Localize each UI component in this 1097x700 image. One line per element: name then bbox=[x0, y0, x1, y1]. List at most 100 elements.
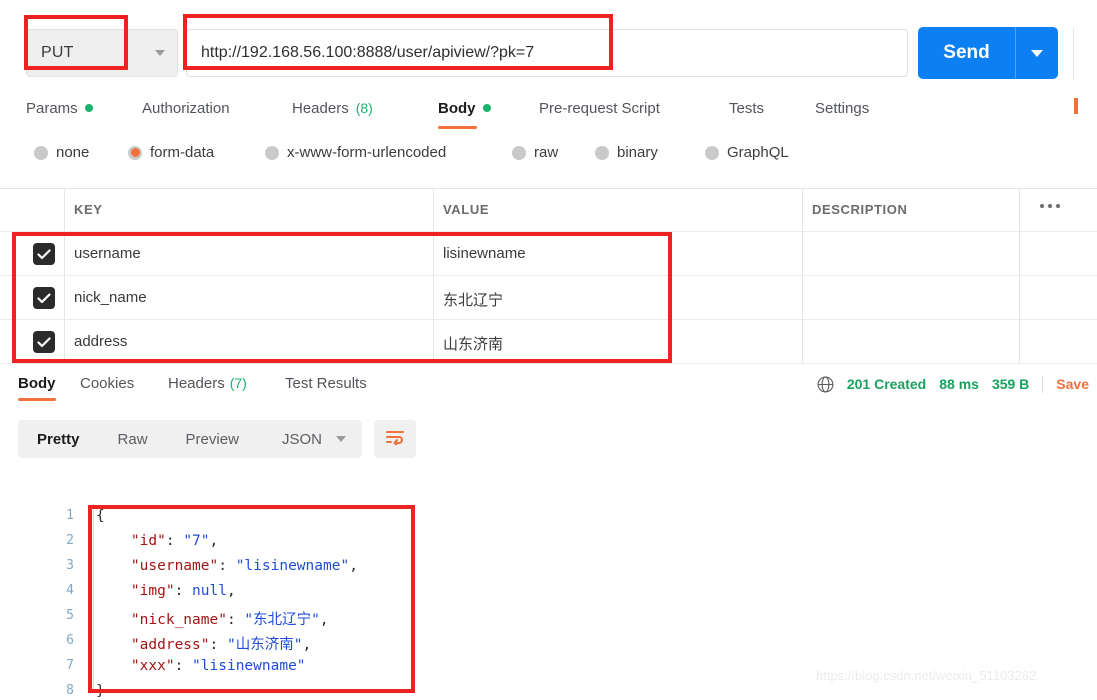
json-line: "username": "lisinewname", bbox=[96, 558, 358, 574]
format-button-pretty[interactable]: Pretty bbox=[18, 420, 99, 458]
response-status-strip: 201 Created 88 ms 359 B Save bbox=[817, 372, 1089, 396]
word-wrap-button[interactable] bbox=[374, 420, 416, 458]
request-tab-tests[interactable]: Tests bbox=[729, 90, 764, 126]
col-divider bbox=[802, 188, 803, 232]
save-response-button[interactable]: Save bbox=[1056, 376, 1089, 392]
toolbar-divider bbox=[1073, 28, 1074, 80]
col-divider bbox=[1019, 188, 1020, 232]
body-type-x-www-form-urlencoded[interactable]: x-www-form-urlencoded bbox=[265, 144, 446, 161]
request-tab-params[interactable]: Params bbox=[26, 90, 93, 126]
col-divider bbox=[1019, 276, 1020, 320]
json-value: "lisinewname" bbox=[192, 658, 306, 674]
send-button[interactable]: Send bbox=[918, 27, 1058, 79]
col-divider bbox=[64, 320, 65, 364]
cell-value[interactable]: 山东济南 bbox=[443, 333, 503, 354]
json-line: "address": "山东济南", bbox=[96, 633, 311, 654]
radio-label: GraphQL bbox=[727, 144, 789, 161]
col-divider bbox=[64, 232, 65, 276]
request-tab-pre-request-script[interactable]: Pre-request Script bbox=[539, 90, 660, 126]
watermark: https://blog.csdn.net/weixin_51103262 bbox=[816, 668, 1037, 683]
line-number: 6 bbox=[66, 633, 74, 648]
json-key: "id" bbox=[130, 533, 166, 549]
table-row[interactable]: username lisinewname bbox=[0, 232, 1097, 276]
radio-button-icon bbox=[34, 145, 48, 160]
row-checkbox[interactable] bbox=[33, 287, 55, 309]
bulk-edit-menu-icon[interactable] bbox=[1040, 204, 1060, 208]
table-header-row: KEY VALUE DESCRIPTION bbox=[0, 188, 1097, 232]
json-separator: : bbox=[226, 612, 245, 628]
tab-label: Cookies bbox=[80, 374, 135, 392]
cell-value[interactable]: 东北辽宁 bbox=[443, 289, 503, 310]
body-type-binary[interactable]: binary bbox=[595, 144, 658, 161]
tab-count-badge: (8) bbox=[355, 100, 373, 116]
body-type-raw[interactable]: raw bbox=[512, 144, 558, 161]
http-method-selector[interactable]: PUT bbox=[26, 29, 178, 77]
json-comma: , bbox=[319, 612, 329, 628]
globe-icon bbox=[817, 376, 834, 393]
radio-button-icon bbox=[595, 145, 609, 160]
json-line: "nick_name": "东北辽宁", bbox=[96, 608, 329, 629]
radio-label: form-data bbox=[150, 144, 215, 161]
line-number: 4 bbox=[66, 583, 74, 598]
postman-window: PUT http://192.168.56.100:8888/user/apiv… bbox=[0, 0, 1097, 700]
row-rule bbox=[0, 363, 1097, 364]
col-divider bbox=[802, 276, 803, 320]
request-url-input[interactable]: http://192.168.56.100:8888/user/apiview/… bbox=[186, 29, 908, 77]
tab-status-dot bbox=[482, 104, 491, 112]
cookies-link-stub[interactable] bbox=[1074, 98, 1078, 114]
response-language-selector[interactable]: JSON bbox=[266, 420, 362, 458]
col-divider bbox=[1019, 320, 1020, 364]
row-checkbox[interactable] bbox=[33, 243, 55, 265]
json-line: { bbox=[96, 508, 105, 524]
col-divider bbox=[64, 188, 65, 232]
request-url-bar: PUT http://192.168.56.100:8888/user/apiv… bbox=[0, 12, 1097, 80]
chevron-down-icon bbox=[1031, 49, 1043, 57]
active-tab-underline bbox=[18, 398, 56, 401]
body-type-none[interactable]: none bbox=[34, 144, 89, 161]
request-tab-authorization[interactable]: Authorization bbox=[142, 90, 230, 126]
line-number: 7 bbox=[66, 658, 74, 673]
cell-key[interactable]: nick_name bbox=[74, 289, 147, 306]
col-divider bbox=[433, 188, 434, 232]
cell-key[interactable]: address bbox=[74, 333, 127, 350]
json-key: "xxx" bbox=[130, 658, 175, 674]
cell-value[interactable]: lisinewname bbox=[443, 245, 526, 262]
response-size: 359 B bbox=[991, 376, 1030, 392]
response-tab-headers[interactable]: Headers (7) bbox=[168, 368, 247, 398]
format-button-preview[interactable]: Preview bbox=[167, 420, 258, 458]
radio-button-icon bbox=[705, 145, 719, 160]
tab-label: Settings bbox=[815, 99, 870, 117]
body-type-graphql[interactable]: GraphQL bbox=[705, 144, 789, 161]
json-value: "7" bbox=[183, 533, 210, 549]
send-options-button[interactable] bbox=[1016, 49, 1058, 57]
line-number: 2 bbox=[66, 533, 74, 548]
request-tab-headers[interactable]: Headers (8) bbox=[292, 90, 373, 126]
request-tab-body[interactable]: Body bbox=[438, 90, 491, 126]
radio-label: binary bbox=[617, 144, 658, 161]
col-divider bbox=[433, 320, 434, 364]
body-type-form-data[interactable]: form-data bbox=[128, 144, 214, 161]
send-button-label: Send bbox=[943, 42, 990, 63]
json-separator: : bbox=[174, 583, 193, 599]
tab-status-dot bbox=[84, 104, 93, 112]
tab-label: Authorization bbox=[142, 99, 230, 117]
json-comma: , bbox=[302, 637, 312, 653]
response-tab-test-results[interactable]: Test Results bbox=[285, 368, 367, 398]
tab-label: Params bbox=[26, 99, 78, 117]
row-checkbox[interactable] bbox=[33, 331, 55, 353]
line-number: 8 bbox=[66, 683, 74, 698]
json-value: "东北辽宁" bbox=[244, 612, 320, 628]
table-row[interactable]: address 山东济南 bbox=[0, 320, 1097, 364]
radio-label: none bbox=[56, 144, 90, 161]
response-tab-cookies[interactable]: Cookies bbox=[80, 368, 134, 398]
cell-key[interactable]: username bbox=[74, 245, 141, 262]
tab-label: Body bbox=[18, 374, 56, 392]
request-tab-settings[interactable]: Settings bbox=[815, 90, 869, 126]
col-divider bbox=[433, 276, 434, 320]
table-row[interactable]: nick_name 东北辽宁 bbox=[0, 276, 1097, 320]
response-tab-body[interactable]: Body bbox=[18, 368, 56, 398]
format-button-raw[interactable]: Raw bbox=[99, 420, 167, 458]
